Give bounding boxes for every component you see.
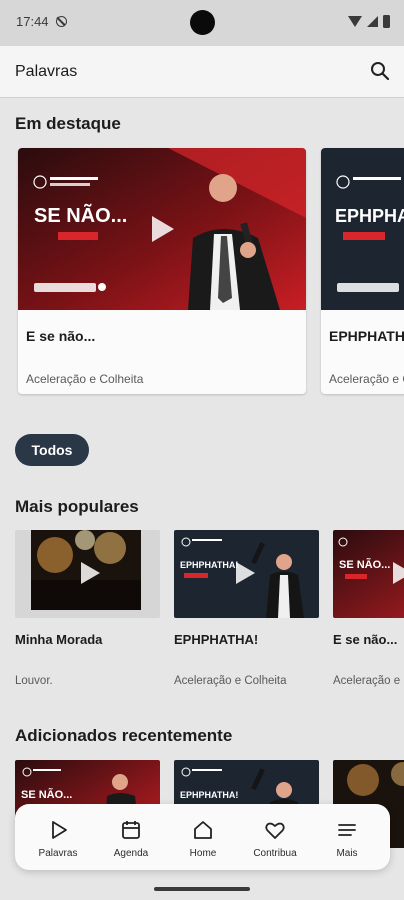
recent-thumb-text: EPHPHATHA! [180,790,238,800]
popular-thumb-text: SE NÃO... [339,558,390,571]
nav-mais[interactable]: Mais [310,804,384,870]
filter-chip-all[interactable]: Todos [15,434,89,466]
battery-icon [383,15,390,28]
page-title: Palavras [15,63,78,80]
popular-card[interactable]: SE NÃO... E se não... Aceleração e Colhe… [333,530,404,700]
nav-label: Mais [336,848,358,859]
featured-thumbnail: SE NÃO... [18,148,306,310]
popular-subtitle: Aceleração e Colheita [333,675,404,687]
calendar-icon [122,821,140,839]
play-overlay-icon [236,562,255,584]
nav-palavras[interactable]: Palavras [21,804,95,870]
nav-agenda[interactable]: Agenda [94,804,168,870]
popular-title: EPHPHATHA! [174,632,259,647]
nav-label: Home [189,848,217,859]
featured-title: E se não... [26,328,96,344]
featured-thumbnail: EPHPHATHA [321,148,404,310]
featured-subtitle: Aceleração e Colheita [26,372,144,386]
search-icon[interactable] [368,59,392,83]
popular-title: Minha Morada [15,632,103,647]
featured-card[interactable]: SE NÃO... E se não... Aceleração e Colhe… [18,148,306,394]
play-overlay-icon [152,216,174,242]
heart-icon [265,822,285,839]
featured-title: EPHPHATHA! [329,328,404,344]
section-title-featured: Em destaque [15,114,121,133]
camera-cutout [190,10,215,35]
wifi-icon [348,16,362,27]
signal-icon [367,16,378,27]
featured-thumb-text: EPHPHATHA [335,206,404,226]
popular-thumbnail: EPHPHATHA! [174,530,319,618]
popular-thumbnail: SE NÃO... [333,530,404,618]
nav-label: Palavras [38,848,78,859]
popular-subtitle: Louvor. [15,675,53,687]
section-title-recent: Adicionados recentemente [15,726,233,745]
popular-subtitle: Aceleração e Colheita [174,675,287,687]
do-not-disturb-icon [56,16,67,27]
section-title-popular: Mais populares [15,497,139,516]
popular-card[interactable]: EPHPHATHA! EPHPHATHA! Aceleração e Colhe… [174,530,319,700]
status-bar: 17:44 [0,0,404,46]
featured-subtitle: Aceleração e Colheita [329,372,404,386]
play-overlay-icon [81,562,100,584]
status-time: 17:44 [16,14,49,29]
home-icon [194,821,212,839]
featured-thumb-text: SE NÃO... [34,204,127,227]
popular-card[interactable]: Minha Morada Louvor. [15,530,160,700]
play-icon [52,821,67,839]
nav-label: Agenda [113,848,149,859]
play-overlay-icon [393,562,404,584]
menu-icon [338,824,356,836]
home-indicator[interactable] [154,887,250,891]
recent-thumb-text: SE NÃO... [21,788,72,801]
featured-card[interactable]: EPHPHATHA EPHPHATHA! Aceleração e Colhei… [321,148,404,394]
nav-home[interactable]: Home [166,804,240,870]
nav-label: Contribua [253,848,297,859]
app-bar: Palavras [0,46,404,98]
bottom-navigation: Palavras Agenda Home Contribua Mais [15,804,390,870]
nav-contribua[interactable]: Contribua [238,804,312,870]
popular-thumb-text: EPHPHATHA! [180,560,238,570]
popular-thumbnail [15,530,160,618]
popular-title: E se não... [333,632,398,647]
